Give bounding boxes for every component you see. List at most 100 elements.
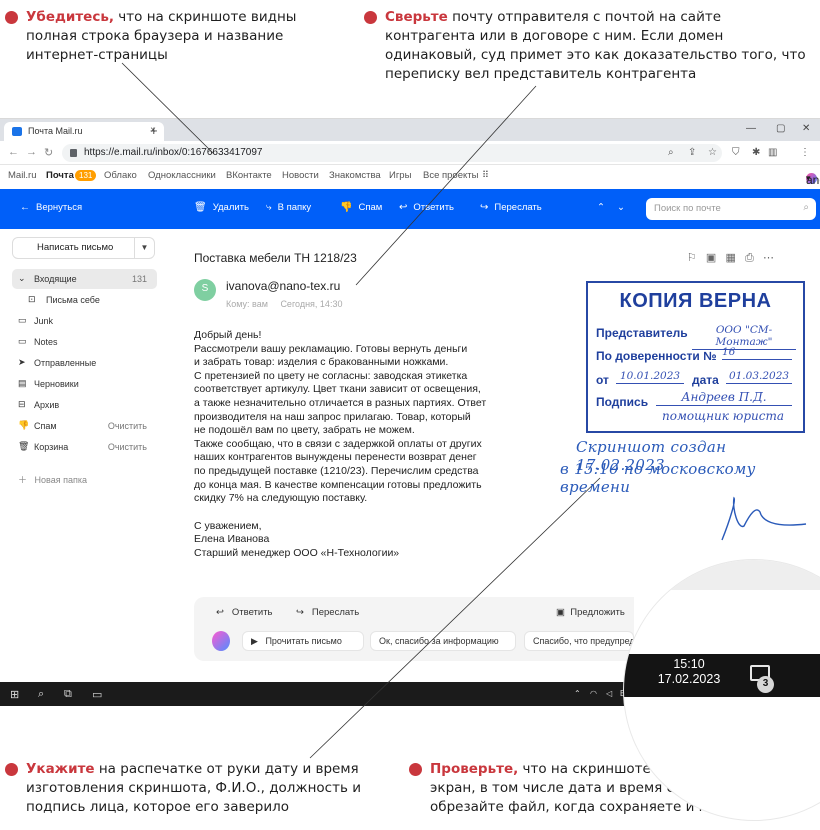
bookmark-star-icon[interactable]: ☆ <box>708 147 717 158</box>
stamp-rep-label: Представитель <box>596 326 688 340</box>
mail-favicon-icon <box>12 127 22 136</box>
zoom-icon[interactable]: ⌕ <box>668 147 674 158</box>
suggest-action[interactable]: ▣ Предложить <box>556 607 625 618</box>
folder-self[interactable]: ⊡ Письма себе <box>12 290 157 310</box>
folder-archive[interactable]: ⊟ Архив <box>12 395 157 415</box>
wifi-icon[interactable]: ◠ <box>590 689 597 698</box>
close-window-icon[interactable]: ✕ <box>802 123 810 134</box>
archive-icon: ⊟ <box>18 399 26 409</box>
video-icon[interactable]: ▣ <box>706 252 716 264</box>
more-icon[interactable]: ⋯ <box>763 252 774 264</box>
mail-toolbar: ← Вернуться 🗑 Удалить ⤷ В папку 👎 Спам ↩ Отве… <box>0 189 820 229</box>
portal-link-dating[interactable]: Знакомства <box>329 170 381 181</box>
read-letter-button[interactable]: ▶ Прочитать письмо <box>242 631 364 651</box>
maximize-icon[interactable]: ▢ <box>776 123 785 134</box>
back-arrow-icon[interactable]: ← <box>8 146 19 158</box>
spam-button[interactable]: 👎 Спам <box>340 202 382 213</box>
new-folder-button[interactable]: ＋ Новая папка <box>18 473 87 486</box>
folder-spam[interactable]: 👎 Спам Очистить <box>12 416 157 436</box>
extensions-icon[interactable]: ✱ <box>752 147 760 158</box>
clock-time: 15:10 <box>673 657 705 671</box>
lock-icon <box>70 149 77 157</box>
portal-link-mail[interactable]: Почта <box>46 170 74 181</box>
stamp-poa-label: По доверенности № <box>596 349 717 363</box>
prev-mail-icon[interactable]: ⌃ <box>597 202 605 213</box>
search-input[interactable]: Поиск по почте ⌕ <box>646 198 816 220</box>
compose-button[interactable]: Написать письмо ▼ <box>12 237 155 259</box>
clear-spam-button[interactable]: Очистить <box>108 421 147 431</box>
assistant-icon[interactable] <box>212 631 230 651</box>
calendar-icon[interactable]: ▦ <box>725 252 735 264</box>
reply-panel: ↩ Ответить ↪ Переслать ▣ Предложить ▶ Пр… <box>194 597 634 661</box>
browser-tab[interactable]: Почта Mail.ru × <box>4 122 164 141</box>
volume-icon[interactable]: ◁ <box>606 689 612 698</box>
search-icon[interactable]: ⌕ <box>38 688 44 701</box>
browser-tab-strip: Почта Mail.ru × + — ▢ ✕ <box>0 119 820 141</box>
task-view-icon[interactable]: ⧉ <box>64 688 72 701</box>
folder-sent[interactable]: ➤ Отправленные <box>12 353 157 373</box>
portal-link-cloud[interactable]: Облако <box>104 170 137 181</box>
mail-actions: ⚐ ▣ ▦ ⎙ ⋯ <box>687 251 774 265</box>
folder-trash[interactable]: 🗑 Корзина Очистить <box>12 437 157 457</box>
grid-icon[interactable]: ⠿ <box>482 170 489 181</box>
folder-inbox[interactable]: ⌄ Входящие 131 <box>12 269 157 289</box>
windows-start-icon[interactable]: ⊞ <box>10 688 19 701</box>
clear-trash-button[interactable]: Очистить <box>108 442 147 452</box>
forward-icon: ↪ <box>480 202 489 213</box>
arrow-left-icon: ← <box>20 202 30 213</box>
quick-reply-ok[interactable]: Ок, спасибо за информацию <box>370 631 516 651</box>
portal-link-ok[interactable]: Одноклассники <box>148 170 216 181</box>
next-mail-icon[interactable]: ⌄ <box>617 202 625 213</box>
bullet-dot <box>364 11 377 24</box>
stamp-title: КОПИЯ ВЕРНА <box>619 290 772 312</box>
folder-icon: ▭ <box>18 315 27 325</box>
forward-button[interactable]: ↪ Переслать <box>480 202 542 213</box>
portal-link-mailru[interactable]: Mail.ru <box>8 170 37 181</box>
minimize-icon[interactable]: — <box>746 123 756 134</box>
reload-icon[interactable]: ↻ <box>44 146 53 159</box>
reply-button[interactable]: ↩ Ответить <box>399 202 454 213</box>
app-icon[interactable]: ▭ <box>92 688 102 701</box>
sender-email[interactable]: ivanova@nano-tex.ru <box>226 279 340 293</box>
shield-icon[interactable]: ⛉ <box>732 147 740 158</box>
delete-button[interactable]: 🗑 Удалить <box>194 202 249 213</box>
bullet-dot <box>5 11 18 24</box>
reply-action[interactable]: ↩ Ответить <box>216 607 273 618</box>
stamp-from-label: от <box>596 373 609 387</box>
infographic: Убедитесь, что на скриншоте видны полная… <box>0 0 820 830</box>
menu-dots-icon[interactable]: ⋮ <box>800 147 810 158</box>
url-field[interactable]: https://e.mail.ru/inbox/0:1676633417097 <box>62 144 722 162</box>
handwritten-line-2: в 15:10 по московскому времени <box>560 460 756 496</box>
portal-link-news[interactable]: Новости <box>282 170 319 181</box>
trash-icon: 🗑 <box>18 441 30 451</box>
quick-reply-thanks[interactable]: Спасибо, что предупредили <box>524 631 634 651</box>
chevron-down-icon: ⌄ <box>18 273 26 283</box>
mail-body-text: Добрый день! Рассмотрели вашу рекламацию… <box>194 329 487 505</box>
sidebar-icon[interactable]: ▥ <box>768 147 777 158</box>
share-icon[interactable]: ⇪ <box>688 147 696 158</box>
thumb-down-icon: 👎 <box>340 202 353 213</box>
stamp-sign-label: Подпись <box>596 395 649 409</box>
new-tab-button[interactable]: + <box>150 123 158 138</box>
forward-arrow-icon[interactable]: → <box>26 146 37 158</box>
stamp-sign-value: Андреев П.Д. <box>656 390 792 406</box>
notification-count: 3 <box>757 676 774 693</box>
folder-notes[interactable]: ▭ Notes <box>12 332 157 352</box>
forward-action[interactable]: ↪ Переслать <box>296 607 359 618</box>
folder-drafts[interactable]: ▤ Черновики <box>12 374 157 394</box>
bookmark-icon[interactable]: ⚐ <box>687 252 697 264</box>
folder-junk[interactable]: ▭ Junk <box>12 311 157 331</box>
portal-link-games[interactable]: Игры <box>389 170 411 181</box>
bullet-dot <box>5 763 18 776</box>
portal-link-vk[interactable]: ВКонтакте <box>226 170 272 181</box>
taskbar-clock[interactable]: 15:10 17.02.2023 <box>634 657 744 687</box>
move-to-folder-button[interactable]: ⤷ В папку <box>266 202 311 213</box>
stamp-date-label: дата <box>692 373 719 387</box>
annotation-sender-email: Сверьте почту отправителя с почтой на са… <box>364 8 815 84</box>
chevron-down-icon[interactable]: ▼ <box>134 238 154 258</box>
portal-link-all-projects[interactable]: Все проекты <box>423 170 478 181</box>
print-icon[interactable]: ⎙ <box>745 252 754 264</box>
clock-date: 17.02.2023 <box>657 672 721 686</box>
tray-chevron-icon[interactable]: ⌃ <box>574 689 581 698</box>
back-button[interactable]: ← Вернуться <box>20 202 82 213</box>
